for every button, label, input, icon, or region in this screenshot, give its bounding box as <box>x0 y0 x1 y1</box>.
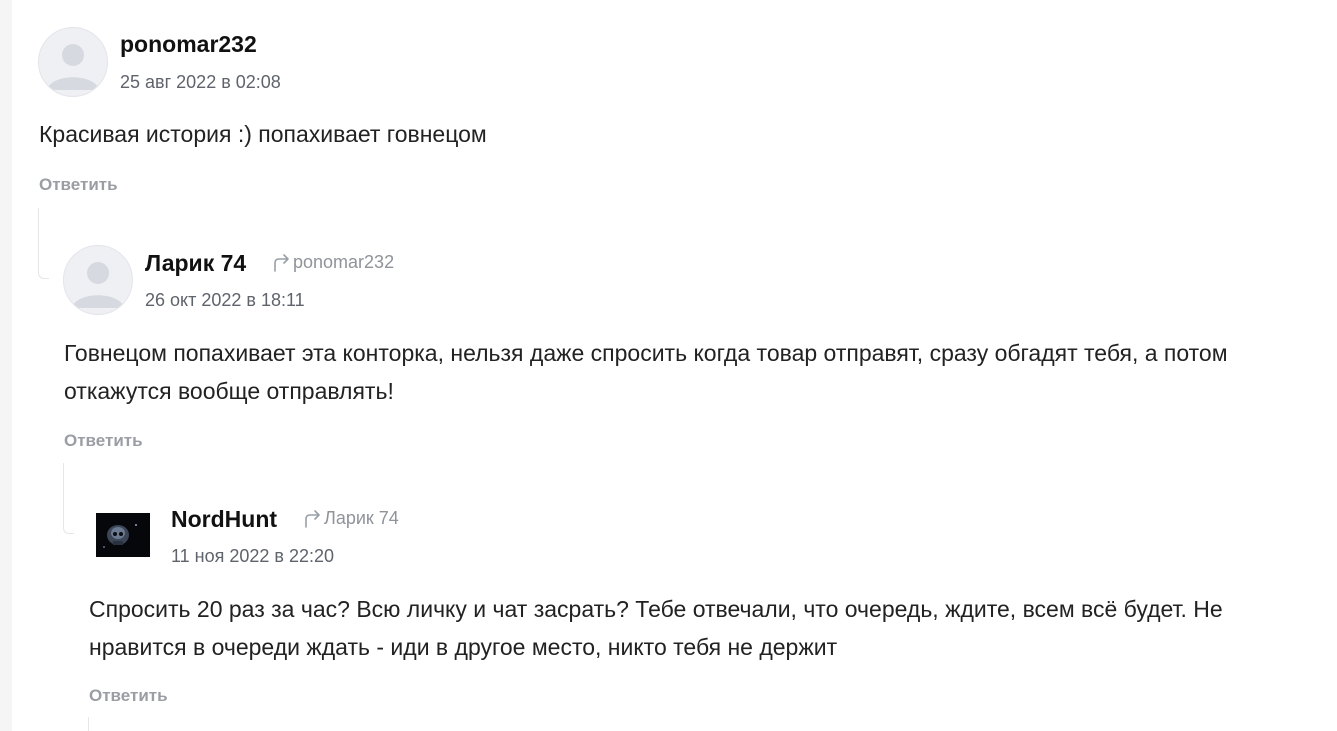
thread-connector <box>88 717 99 731</box>
reply-to-link[interactable]: Ларик 74 <box>303 508 399 529</box>
user-avatar-icon[interactable] <box>38 27 108 97</box>
reply-to-name: Ларик 74 <box>324 508 399 528</box>
reply-to-name: ponomar232 <box>293 252 395 272</box>
user-avatar-icon[interactable] <box>96 513 150 557</box>
reply-to-link[interactable]: ponomar232 <box>272 252 394 273</box>
left-rail <box>0 0 12 731</box>
comment-author[interactable]: ponomar232 <box>120 31 257 58</box>
comment-author[interactable]: NordHunt <box>171 506 277 533</box>
reply-button[interactable]: Ответить <box>64 431 143 451</box>
reply-button[interactable]: Ответить <box>39 175 118 195</box>
comment-date[interactable]: 26 окт 2022 в 18:11 <box>145 290 305 311</box>
thread-connector <box>38 208 49 279</box>
comment-text: Говнецом попахивает эта конторка, нельзя… <box>64 340 1228 404</box>
comment-date[interactable]: 25 авг 2022 в 02:08 <box>120 72 281 93</box>
reply-arrow-icon <box>274 253 289 272</box>
comment-text: Красивая история :) попахивает говнецом <box>39 121 487 147</box>
user-avatar-icon[interactable] <box>63 245 133 315</box>
comment-date[interactable]: 11 ноя 2022 в 22:20 <box>171 546 334 567</box>
comment-text: Спросить 20 раз за час? Всю личку и чат … <box>89 596 1223 660</box>
comment-author[interactable]: Ларик 74 <box>145 250 246 277</box>
thread-connector <box>63 463 74 534</box>
comments-section: ponomar232 25 авг 2022 в 02:08 Красивая … <box>0 0 1337 731</box>
reply-button[interactable]: Ответить <box>89 686 168 706</box>
reply-arrow-icon <box>305 509 320 528</box>
